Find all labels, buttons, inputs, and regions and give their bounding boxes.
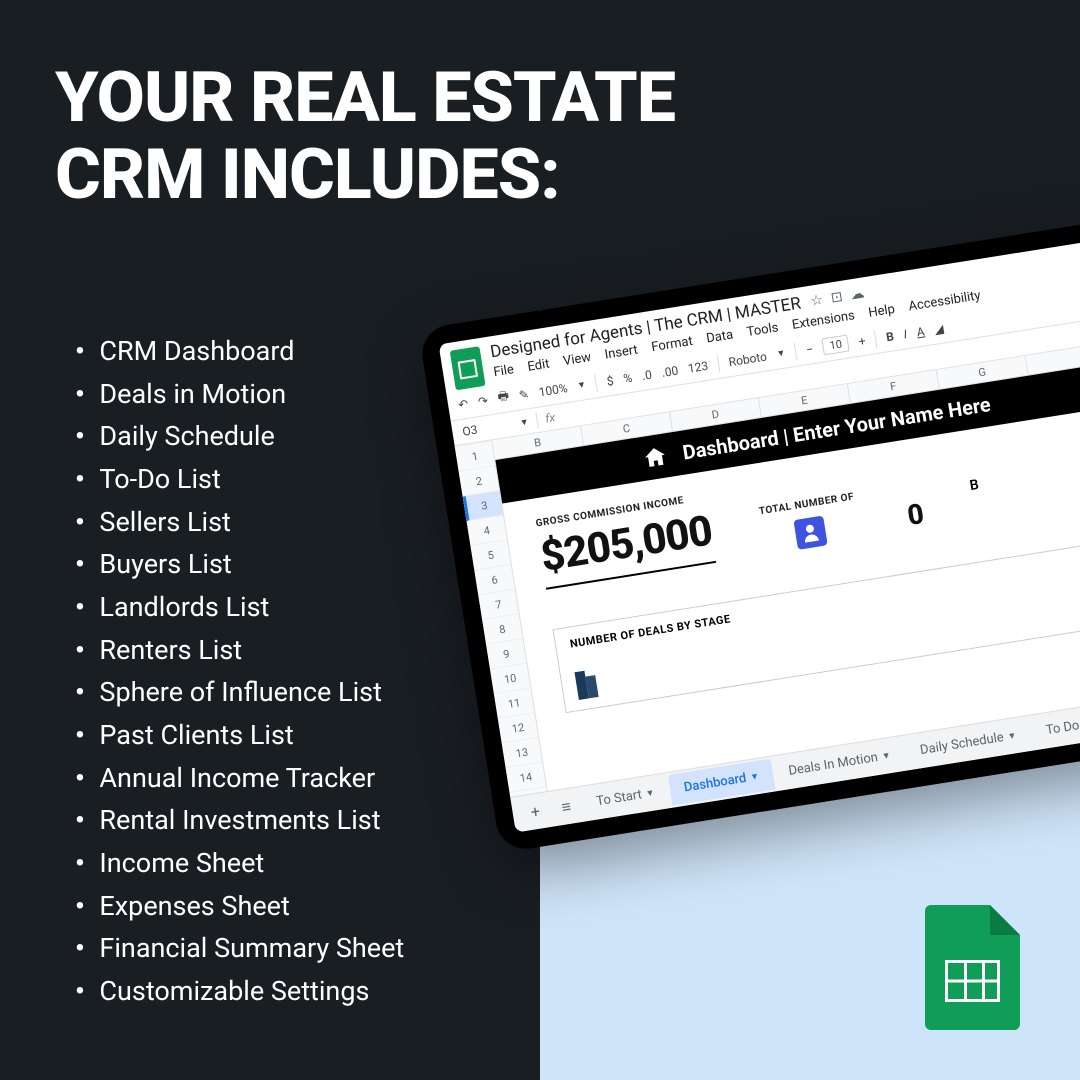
paint-format-icon[interactable]: ✎ (518, 387, 530, 402)
cloud-icon[interactable]: ☁ (849, 285, 865, 303)
redo-icon[interactable]: ↷ (477, 393, 489, 408)
font-size-input[interactable]: 10 (821, 334, 850, 355)
feature-item: Customizable Settings (75, 970, 404, 1013)
font-select[interactable]: Roboto (728, 349, 768, 369)
feature-item: Landlords List (75, 586, 404, 629)
metric-label: TOTAL NUMBER OF (758, 491, 855, 517)
feature-item: Sellers List (75, 501, 404, 544)
contact-icon (794, 515, 828, 549)
feature-list: CRM DashboardDeals in MotionDaily Schedu… (75, 330, 404, 1013)
feature-item: Daily Schedule (75, 415, 404, 458)
all-sheets-button[interactable]: ≡ (549, 789, 583, 825)
feature-item: To-Do List (75, 458, 404, 501)
text-color-icon[interactable]: A (916, 324, 926, 339)
sheets-logo-icon (450, 346, 486, 390)
menu-item[interactable]: Insert (604, 343, 639, 363)
zoom-select[interactable]: 100% (538, 381, 569, 399)
document-title-icons: ☆ ⊡ ☁ (809, 285, 865, 309)
headline-line-2: CRM INCLUDES: (55, 137, 675, 214)
name-box[interactable]: O3 (461, 417, 513, 439)
currency-icon[interactable]: $ (606, 373, 615, 388)
percent-icon[interactable]: % (622, 370, 633, 385)
feature-item: CRM Dashboard (75, 330, 404, 373)
metric-suffix: B (969, 477, 980, 494)
feature-item: Deals in Motion (75, 373, 404, 416)
feature-item: Annual Income Tracker (75, 757, 404, 800)
headline: YOUR REAL ESTATE CRM INCLUDES: (55, 60, 675, 214)
font-size-plus[interactable]: + (858, 333, 867, 348)
feature-item: Buyers List (75, 543, 404, 586)
google-sheets-icon (925, 905, 1020, 1030)
metric-gross-commission: GROSS COMMISSION INCOME $205,000 (535, 492, 717, 590)
feature-item: Past Clients List (75, 714, 404, 757)
feature-item: Rental Investments List (75, 799, 404, 842)
move-icon[interactable]: ⊡ (830, 289, 844, 307)
format-123-icon[interactable]: 123 (687, 358, 709, 375)
metric-count-value: 0 (905, 497, 926, 532)
print-icon[interactable]: 🖶 (496, 386, 510, 409)
feature-item: Expenses Sheet (75, 885, 404, 928)
font-size-minus[interactable]: − (805, 342, 814, 357)
headline-line-1: YOUR REAL ESTATE (55, 60, 675, 137)
feature-item: Sphere of Influence List (75, 671, 404, 714)
decimal-decrease-icon[interactable]: .0 (641, 367, 653, 382)
decimal-increase-icon[interactable]: .00 (661, 363, 680, 379)
fill-color-icon[interactable]: ◢ (933, 321, 944, 336)
star-icon[interactable]: ☆ (809, 292, 824, 310)
menu-item[interactable]: Format (650, 334, 693, 355)
feature-item: Income Sheet (75, 842, 404, 885)
fx-icon: fx (544, 410, 556, 425)
italic-icon[interactable]: I (903, 327, 908, 341)
undo-icon[interactable]: ↶ (457, 396, 469, 411)
bold-icon[interactable]: B (885, 329, 895, 344)
menu-item[interactable]: Tools (746, 320, 780, 340)
tab-to-do[interactable]: To Do L (1030, 706, 1080, 748)
spreadsheet-screen: Designed for Agents | The CRM | MASTER ☆… (439, 238, 1080, 833)
home-icon (644, 447, 667, 468)
menu-item[interactable]: View (562, 350, 592, 369)
feature-item: Financial Summary Sheet (75, 927, 404, 970)
menu-item[interactable]: Edit (526, 357, 550, 375)
menu-item[interactable]: Help (867, 302, 896, 321)
metric-total-number: TOTAL NUMBER OF (758, 491, 861, 554)
metric-count: 0 (904, 491, 926, 532)
add-sheet-button[interactable]: + (519, 794, 553, 829)
menu-item[interactable]: File (492, 362, 515, 380)
menu-item[interactable]: Data (705, 327, 734, 346)
feature-item: Renters List (75, 629, 404, 672)
